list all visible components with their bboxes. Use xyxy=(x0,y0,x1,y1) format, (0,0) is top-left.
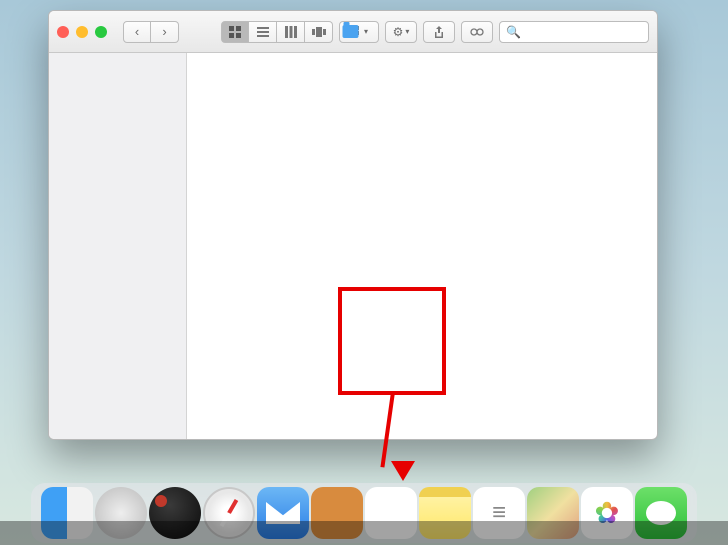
share-button[interactable] xyxy=(423,21,455,43)
share-icon xyxy=(433,26,445,38)
close-icon[interactable] xyxy=(57,26,69,38)
traffic-lights xyxy=(57,26,107,38)
nav-buttons: ‹ › xyxy=(123,21,179,43)
gear-icon: ⚙ xyxy=(393,25,404,39)
tags-button[interactable] xyxy=(461,21,493,43)
column-view-button[interactable] xyxy=(277,21,305,43)
columns-icon xyxy=(285,26,297,38)
back-button[interactable]: ‹ xyxy=(123,21,151,43)
search-field[interactable]: 🔍 xyxy=(499,21,649,43)
search-input[interactable] xyxy=(525,25,642,39)
chevron-down-icon: ▾ xyxy=(364,27,368,36)
search-icon: 🔍 xyxy=(506,25,521,39)
sidebar xyxy=(49,53,187,439)
finder-window: ‹ › ▾ xyxy=(48,10,658,440)
forward-button[interactable]: › xyxy=(151,21,179,43)
content-area[interactable] xyxy=(187,53,657,439)
coverflow-view-button[interactable] xyxy=(305,21,333,43)
titlebar: ‹ › ▾ xyxy=(49,11,657,53)
tag-icon xyxy=(470,26,484,38)
list-view-button[interactable] xyxy=(249,21,277,43)
window-title xyxy=(343,25,364,38)
action-dropdown[interactable]: ⚙▾ xyxy=(385,21,417,43)
minimize-icon[interactable] xyxy=(76,26,88,38)
icon-view-button[interactable] xyxy=(221,21,249,43)
folder-icon xyxy=(343,25,359,38)
view-mode-selector xyxy=(221,21,333,43)
caption-bar xyxy=(0,521,728,545)
maximize-icon[interactable] xyxy=(95,26,107,38)
list-icon xyxy=(257,26,269,38)
coverflow-icon xyxy=(312,27,326,37)
grid-icon xyxy=(229,26,241,38)
chevron-down-icon: ▾ xyxy=(405,27,409,36)
